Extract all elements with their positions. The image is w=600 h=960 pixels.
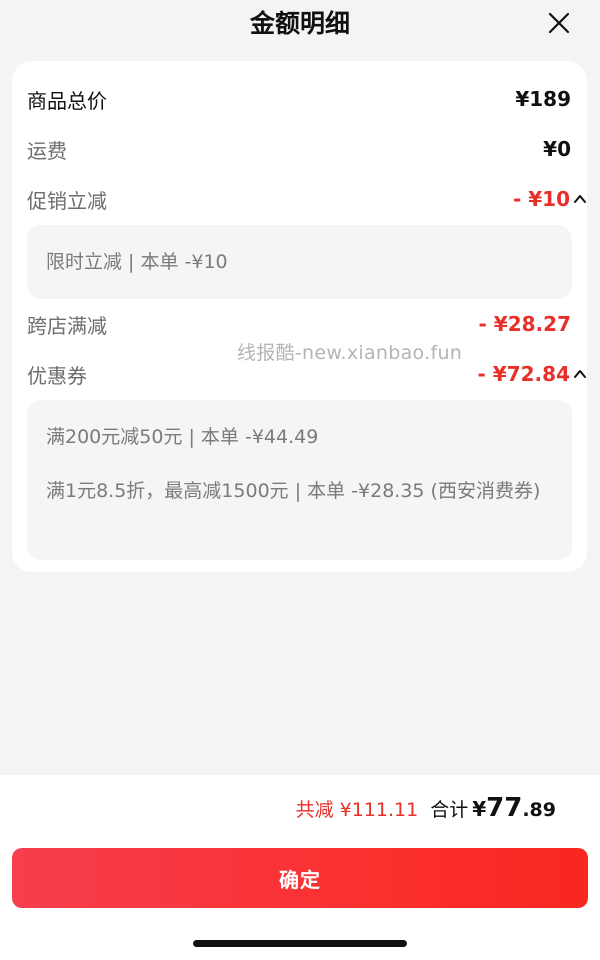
home-indicator: [193, 940, 407, 947]
promo-detail-box: 限时立减 | 本单 -¥10: [27, 225, 572, 299]
row-goods-total: 商品总价 ¥189: [27, 84, 571, 114]
coupon-detail-box: 满200元减50元 | 本单 -¥44.49 满1元8.5折，最高减1500元 …: [27, 400, 572, 560]
coupon-detail-line: 满200元减50元 | 本单 -¥44.49: [46, 426, 319, 448]
footer-bar: 共减 ¥111.11 合计 ¥ 77 .89 确定: [0, 775, 600, 960]
confirm-button[interactable]: 确定: [12, 848, 588, 908]
page-title: 金额明细: [249, 9, 350, 38]
row-label: 促销立减: [27, 188, 107, 213]
watermark: 线报酷-new.xianbao.fun: [237, 342, 463, 364]
row-value-text: - ¥10: [512, 187, 570, 211]
row-label: 运费: [27, 138, 67, 163]
row-value: - ¥72.84: [477, 362, 586, 386]
total-integer: 77: [486, 793, 523, 823]
promo-detail-line: 限时立减 | 本单 -¥10: [46, 251, 228, 273]
coupon-detail-line: 满1元8.5折，最高减1500元 | 本单 -¥28.35 (西安消费券): [46, 480, 541, 502]
total-label: 合计: [430, 799, 469, 821]
row-shipping: 运费 ¥0: [27, 134, 571, 164]
total-decimal: .89: [522, 799, 556, 821]
total-currency: ¥: [472, 797, 487, 821]
header: 金额明细: [0, 0, 600, 50]
chevron-up-icon[interactable]: [573, 367, 587, 381]
row-label: 商品总价: [27, 88, 107, 113]
row-label: 跨店满减: [27, 313, 107, 338]
row-cross-store-discount: 跨店满减 - ¥28.27: [27, 309, 571, 339]
total-summary: 共减 ¥111.11 合计 ¥ 77 .89: [296, 793, 556, 823]
total-reduce: 共减 ¥111.11: [295, 799, 419, 821]
row-value: - ¥10: [512, 187, 586, 211]
amount-detail-card: 商品总价 ¥189 运费 ¥0 促销立减 - ¥10 限时立减 | 本单 -¥1…: [12, 61, 587, 572]
chevron-up-icon[interactable]: [573, 192, 587, 206]
row-promo-discount[interactable]: 促销立减 - ¥10: [27, 184, 586, 214]
row-value: ¥189: [515, 87, 571, 111]
row-label: 优惠券: [27, 363, 87, 388]
close-icon: [548, 12, 570, 34]
row-value-text: - ¥72.84: [477, 362, 570, 386]
close-button[interactable]: [546, 10, 572, 36]
row-value: - ¥28.27: [478, 312, 571, 336]
row-value: ¥0: [543, 137, 571, 161]
